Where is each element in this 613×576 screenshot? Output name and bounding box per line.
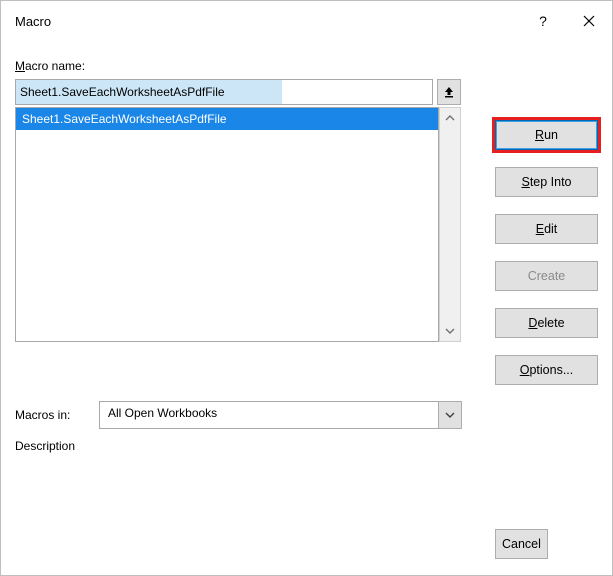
- create-button: Create: [495, 261, 598, 291]
- help-icon: ?: [539, 13, 547, 29]
- delete-button[interactable]: Delete: [495, 308, 598, 338]
- macro-name-label: Macro name:: [15, 59, 598, 73]
- chevron-down-icon: [445, 327, 455, 335]
- side-buttons: Run Step Into Edit Create Delete Options…: [495, 120, 598, 385]
- options-button[interactable]: Options...: [495, 355, 598, 385]
- list-item[interactable]: Sheet1.SaveEachWorksheetAsPdfFile: [16, 108, 438, 130]
- up-arrow-icon: [444, 86, 454, 98]
- macro-dialog: Macro ? Macro name: Sheet1.SaveEachWorks…: [0, 0, 613, 576]
- scroll-down-button[interactable]: [440, 321, 460, 341]
- help-button[interactable]: ?: [520, 1, 566, 41]
- dropdown-button[interactable]: [438, 401, 462, 429]
- titlebar: Macro ?: [1, 1, 612, 41]
- scroll-up-button[interactable]: [440, 108, 460, 128]
- description-label: Description: [15, 439, 75, 453]
- run-button[interactable]: Run: [495, 120, 598, 150]
- dialog-content: Macro name: Sheet1.SaveEachWorksheetAsPd…: [1, 41, 612, 575]
- chevron-down-icon: [445, 411, 455, 419]
- close-icon: [583, 15, 595, 27]
- macros-in-select[interactable]: All Open Workbooks: [99, 401, 462, 429]
- macro-list-wrap: Sheet1.SaveEachWorksheetAsPdfFile: [15, 107, 461, 342]
- chevron-up-icon: [445, 114, 455, 122]
- close-button[interactable]: [566, 1, 612, 41]
- macro-list[interactable]: Sheet1.SaveEachWorksheetAsPdfFile: [15, 107, 439, 342]
- cancel-button[interactable]: Cancel: [495, 529, 548, 559]
- macro-name-input[interactable]: [15, 79, 433, 105]
- edit-button[interactable]: Edit: [495, 214, 598, 244]
- window-title: Macro: [15, 14, 520, 29]
- vertical-scrollbar[interactable]: [439, 107, 461, 342]
- go-to-macro-button[interactable]: [437, 79, 461, 105]
- step-into-button[interactable]: Step Into: [495, 167, 598, 197]
- macros-in-value: All Open Workbooks: [99, 401, 462, 429]
- macros-in-label: Macros in:: [15, 408, 99, 422]
